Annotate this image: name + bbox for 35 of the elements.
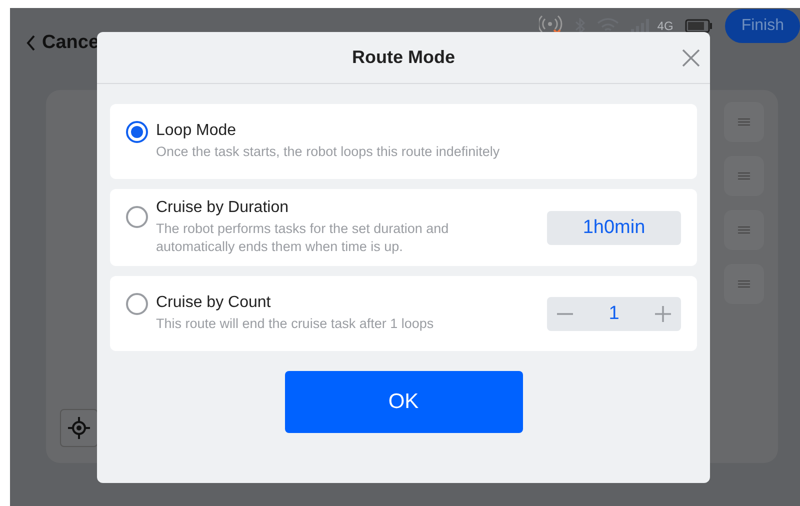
mode-option[interactable]: Loop Mode Once the task starts, the robot loops this route indefinitely [110, 104, 697, 179]
option-title: Cruise by Count [156, 294, 272, 312]
chevron-left-icon [26, 35, 36, 51]
radio-button[interactable] [126, 121, 148, 143]
lines-icon [738, 117, 750, 127]
option-title: Loop Mode [156, 122, 238, 140]
mode-option[interactable]: Cruise by Count This route will end the cruise task after 1 loops 1 [110, 276, 697, 351]
radio-button[interactable] [126, 293, 148, 315]
back-button[interactable]: Cance [26, 32, 100, 54]
bluetooth-icon [575, 18, 586, 34]
option-title: Cruise by Duration [156, 199, 290, 217]
minus-icon[interactable] [557, 312, 573, 314]
ok-button[interactable]: OK [284, 371, 522, 433]
close-icon[interactable] [682, 49, 700, 67]
dialog-title: Route Mode [352, 47, 455, 68]
side-menu-button[interactable] [724, 156, 764, 196]
radio-button[interactable] [126, 206, 148, 228]
option-description: The robot performs tasks for the set duration and automatically ends them when time is up. [156, 220, 450, 256]
side-menu-button[interactable] [724, 102, 764, 142]
side-menu-button[interactable] [724, 210, 764, 250]
option-description: Once the task starts, the robot loops this route indefinitely [156, 143, 501, 161]
option-description: This route will end the cruise task after 1 loops [156, 315, 435, 333]
battery-icon [685, 19, 714, 33]
finish-button[interactable]: Finish [725, 9, 800, 43]
locate-icon [68, 417, 90, 439]
network-label: 4G [657, 19, 674, 33]
lines-icon [738, 225, 750, 235]
duration-field[interactable]: 1h0min [547, 210, 681, 244]
locate-button[interactable] [60, 409, 98, 447]
mode-option[interactable]: Cruise by Duration The robot performs tasks for the set duration and automatically ends them when time is up. 1h0min [110, 189, 697, 266]
side-menu-button[interactable] [724, 264, 764, 304]
plus-icon[interactable] [654, 306, 671, 322]
count-value: 1 [608, 302, 620, 324]
lines-icon [738, 171, 750, 181]
lines-icon [738, 279, 750, 289]
